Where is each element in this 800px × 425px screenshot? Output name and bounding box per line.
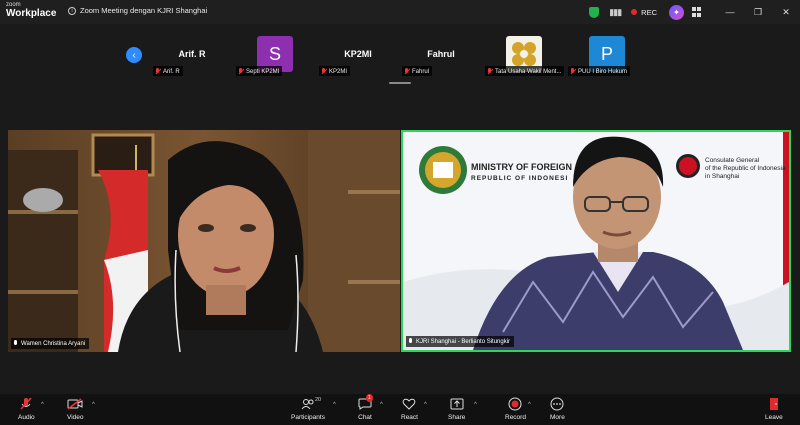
leave-door-icon (768, 397, 780, 411)
chat-label: Chat (358, 414, 372, 421)
participant-label: PUU I Biro Hukum (568, 66, 631, 76)
view-grid-icon[interactable] (692, 7, 702, 17)
participant-thumbnail[interactable]: S Septi KP2MI (236, 36, 314, 84)
mic-muted-icon (155, 68, 161, 75)
participant-video: MINISTRY OF FOREIGN REPUBLIC OF INDONESI… (403, 132, 789, 350)
record-icon (508, 397, 522, 411)
video-tile[interactable]: Wamen Christina Aryani (8, 130, 400, 352)
share-button[interactable]: Share (448, 397, 465, 421)
mic-muted-icon (321, 68, 327, 75)
ai-companion-icon[interactable]: ✦ (669, 4, 684, 20)
mic-muted-icon (570, 68, 576, 75)
info-icon[interactable]: i (68, 6, 76, 15)
recording-indicator[interactable]: REC (631, 8, 657, 17)
more-label: More (550, 414, 565, 421)
record-dot-icon (631, 9, 638, 15)
participants-icon: 20 (301, 397, 321, 411)
encryption-shield-icon[interactable] (589, 6, 600, 18)
record-options-chevron-icon[interactable]: ^ (528, 402, 531, 408)
video-tile-label: KJRI Shanghai - Berlianto Situngkir (406, 336, 515, 347)
more-button[interactable]: More (550, 397, 565, 421)
participants-button[interactable]: 20 Participants (291, 397, 325, 421)
participant-video (8, 130, 400, 352)
meeting-toolbar: Audio ^ Video ^ 20 Participants ^ 1 Chat… (0, 394, 800, 425)
chat-button[interactable]: 1 Chat (358, 394, 373, 421)
ministry-line-1: MINISTRY OF FOREIGN (471, 162, 572, 172)
page-indicator (389, 82, 411, 84)
react-button[interactable]: React (401, 397, 418, 421)
participant-thumbnail[interactable]: Fahrul Fahrul (402, 36, 480, 84)
leave-label: Leave (765, 414, 783, 421)
participant-label: Tata Usaha Wakil Ment... (485, 66, 565, 76)
leave-button[interactable]: Leave (765, 397, 783, 421)
share-label: Share (448, 414, 466, 421)
restore-icon[interactable]: ❐ (744, 7, 772, 18)
camera-off-icon (67, 397, 83, 411)
record-button[interactable]: Record (505, 397, 526, 421)
chat-options-chevron-icon[interactable]: ^ (380, 402, 383, 408)
rec-label: REC (641, 7, 657, 17)
mic-muted-icon (238, 68, 244, 75)
participant-label: Fahrul (402, 66, 433, 76)
video-tile-active-speaker[interactable]: MINISTRY OF FOREIGN REPUBLIC OF INDONESI… (401, 130, 791, 352)
record-label: Record (505, 414, 526, 421)
chat-icon: 1 (358, 394, 373, 411)
ministry-line-2: REPUBLIC OF INDONESI (471, 175, 568, 182)
microphone-icon (13, 340, 18, 347)
react-options-chevron-icon[interactable]: ^ (424, 402, 427, 408)
minimize-icon[interactable]: — (716, 7, 744, 17)
meeting-title[interactable]: i Zoom Meeting dengan KJRI Shanghai (68, 6, 207, 15)
video-label: Video (67, 414, 84, 421)
mic-muted-icon (404, 68, 410, 75)
audio-label: Audio (18, 414, 35, 421)
close-icon[interactable]: ✕ (772, 7, 800, 18)
title-bar: zoom Workplace i Zoom Meeting dengan KJR… (0, 0, 800, 24)
meeting-title-text: Zoom Meeting dengan KJRI Shanghai (80, 6, 208, 15)
previous-page-button[interactable]: ‹ (126, 47, 142, 63)
participants-options-chevron-icon[interactable]: ^ (333, 402, 336, 408)
zoom-logo: zoom Workplace (6, 2, 56, 19)
participants-count: 20 (314, 397, 322, 403)
participant-thumbnail[interactable]: Tata Usaha Wakil Ment... (485, 36, 565, 84)
react-label: React (401, 414, 418, 421)
heart-react-icon (402, 397, 416, 411)
participants-label: Participants (291, 414, 325, 421)
participant-label: Arif. R (153, 66, 183, 76)
brand-big: Workplace (6, 8, 57, 19)
participant-name: Fahrul (427, 49, 455, 59)
participant-thumbnail[interactable]: KP2MI KP2MI (319, 36, 397, 84)
participant-thumbnail[interactable]: P PUU I Biro Hukum (568, 36, 646, 84)
consulate-line-1: Consulate General (705, 157, 760, 164)
microphone-icon (408, 338, 413, 345)
consulate-line-2: of the Republic of Indonesia (705, 165, 786, 172)
participant-label: KP2MI (319, 66, 351, 76)
chat-unread-badge: 1 (366, 394, 373, 402)
audio-button[interactable]: Audio (18, 397, 35, 421)
video-options-chevron-icon[interactable]: ^ (92, 402, 95, 408)
participant-name: Arif. R (178, 49, 206, 59)
consulate-line-3: in Shanghai (705, 173, 739, 180)
participant-thumbnail[interactable]: Arif. R Arif. R (153, 36, 231, 84)
share-screen-icon (450, 397, 464, 411)
more-icon (550, 397, 564, 411)
video-tile-label: Wamen Christina Aryani (11, 338, 90, 349)
audio-options-chevron-icon[interactable]: ^ (41, 402, 44, 408)
video-button[interactable]: Video (67, 397, 84, 421)
mic-muted-icon (487, 68, 493, 75)
participant-label: Septi KP2MI (236, 66, 283, 76)
share-options-chevron-icon[interactable]: ^ (474, 402, 477, 408)
signal-icon[interactable]: ▮▮▮ (609, 7, 622, 18)
microphone-muted-icon (20, 397, 32, 411)
participant-name: KP2MI (344, 49, 372, 59)
